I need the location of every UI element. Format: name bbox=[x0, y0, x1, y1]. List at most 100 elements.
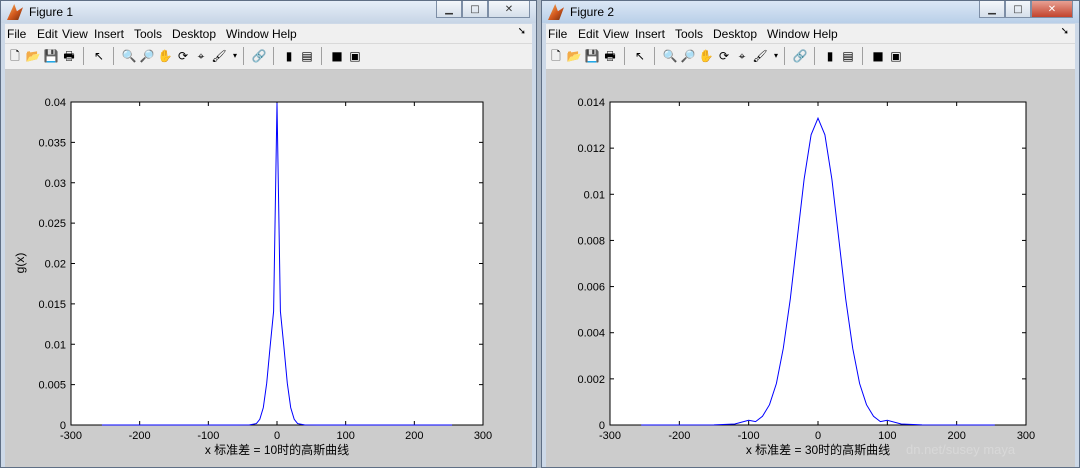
menu-desktop[interactable]: Desktop bbox=[713, 27, 757, 41]
print-icon[interactable]: 🖶 bbox=[61, 48, 77, 64]
data-cursor-icon[interactable]: ⌖ bbox=[734, 48, 750, 64]
hide-plot-tools-icon[interactable]: ■ bbox=[870, 48, 886, 64]
menu-help[interactable]: Help bbox=[272, 27, 297, 41]
new-figure-icon[interactable]: 🗋 bbox=[7, 48, 23, 64]
y-tick-label: 0 bbox=[60, 420, 66, 432]
title-bar[interactable]: Figure 1 ▁ □ ✕ bbox=[1, 1, 536, 23]
y-tick-label: 0.03 bbox=[45, 178, 66, 190]
chart-1: -300 -200 -100 0 100 200 300 00.0050.010.0150.… bbox=[13, 97, 492, 457]
x-tick-label: 300 bbox=[1017, 430, 1035, 442]
window-title: Figure 2 bbox=[570, 5, 615, 19]
toolbar: 🗋 📂 💾 🖶 ↖ 🔍 🔎 ✋ ⟳ ⌖ 🖌 ▾ 🔗 ▮ ▤ ■ ▣ bbox=[5, 44, 532, 70]
close-button[interactable]: ✕ bbox=[488, 1, 530, 18]
axes-box bbox=[70, 101, 484, 426]
x-tick-label: 0 bbox=[274, 430, 280, 442]
toolbar: 🗋 📂 💾 🖶 ↖ 🔍 🔎 ✋ ⟳ ⌖ 🖌 ▾ 🔗 ▮ ▤ ■ ▣ bbox=[546, 44, 1075, 70]
menu-insert[interactable]: Insert bbox=[94, 27, 124, 41]
menu-insert[interactable]: Insert bbox=[635, 27, 665, 41]
legend-icon[interactable]: ▤ bbox=[840, 48, 856, 64]
x-tick-label: -100 bbox=[197, 430, 219, 442]
new-figure-icon[interactable]: 🗋 bbox=[548, 48, 564, 64]
brush-dropdown-icon[interactable]: ▾ bbox=[227, 48, 243, 64]
title-bar[interactable]: Figure 2 ▁ □ ✕ bbox=[542, 1, 1079, 23]
legend-icon[interactable]: ▤ bbox=[299, 48, 315, 64]
x-tick-label: 200 bbox=[405, 430, 423, 442]
zoom-in-icon[interactable]: 🔍 bbox=[662, 48, 678, 64]
colorbar-icon[interactable]: ▮ bbox=[822, 48, 838, 64]
save-icon[interactable]: 💾 bbox=[43, 48, 59, 64]
open-file-icon[interactable]: 📂 bbox=[566, 48, 582, 64]
brush-icon[interactable]: 🖌 bbox=[752, 48, 768, 64]
menu-file[interactable]: File bbox=[548, 27, 567, 41]
y-tick-label: 0.01 bbox=[584, 189, 605, 201]
menu-file[interactable]: File bbox=[7, 27, 26, 41]
menu-tools[interactable]: Tools bbox=[675, 27, 703, 41]
edit-plot-arrow-icon[interactable]: ↖ bbox=[91, 48, 107, 64]
y-tick-label: 0.02 bbox=[45, 259, 66, 271]
figure-2-window: Figure 2 ▁ □ ✕ File Edit View Insert Too… bbox=[541, 0, 1080, 468]
print-icon[interactable]: 🖶 bbox=[602, 48, 618, 64]
pan-hand-icon[interactable]: ✋ bbox=[698, 48, 714, 64]
menu-view[interactable]: View bbox=[62, 27, 88, 41]
x-tick-label: 300 bbox=[474, 430, 492, 442]
rotate-3d-icon[interactable]: ⟳ bbox=[175, 48, 191, 64]
y-tick-label: 0.006 bbox=[577, 282, 605, 294]
rotate-3d-icon[interactable]: ⟳ bbox=[716, 48, 732, 64]
close-button[interactable]: ✕ bbox=[1031, 1, 1073, 18]
zoom-in-icon[interactable]: 🔍 bbox=[121, 48, 137, 64]
y-tick-label: 0.008 bbox=[577, 235, 605, 247]
x-tick-label: -100 bbox=[738, 430, 760, 442]
figure-canvas: -300 -200 -100 0 100 200 300 0 0.002 0.004 0.006 0… bbox=[546, 70, 1075, 467]
x-tick-label: 0 bbox=[815, 430, 821, 442]
colorbar-icon[interactable]: ▮ bbox=[281, 48, 297, 64]
y-tick-label: 0.035 bbox=[38, 137, 66, 149]
menu-bar: File Edit View Insert Tools Desktop Wind… bbox=[546, 24, 1075, 44]
link-plot-icon[interactable]: 🔗 bbox=[792, 48, 808, 64]
show-plot-tools-icon[interactable]: ▣ bbox=[888, 48, 904, 64]
figure-1-window: Figure 1 ▁ □ ✕ File Edit View Insert Too… bbox=[0, 0, 537, 468]
data-cursor-icon[interactable]: ⌖ bbox=[193, 48, 209, 64]
x-tick-label: -200 bbox=[668, 430, 690, 442]
open-file-icon[interactable]: 📂 bbox=[25, 48, 41, 64]
zoom-out-icon[interactable]: 🔎 bbox=[139, 48, 155, 64]
x-axis-label: x 标准差 = 30时的高斯曲线 bbox=[746, 442, 890, 457]
y-tick-label: 0 bbox=[599, 420, 605, 432]
y-tick-label: 0.01 bbox=[45, 339, 66, 351]
menu-edit[interactable]: Edit bbox=[37, 27, 58, 41]
y-tick-label: 0.005 bbox=[38, 380, 66, 392]
menu-tools[interactable]: Tools bbox=[134, 27, 162, 41]
link-plot-icon[interactable]: 🔗 bbox=[251, 48, 267, 64]
minimize-button[interactable]: ▁ bbox=[979, 1, 1005, 18]
menu-overflow-icon[interactable]: ➘ bbox=[518, 26, 526, 37]
menu-view[interactable]: View bbox=[603, 27, 629, 41]
x-tick-label: 100 bbox=[878, 430, 896, 442]
save-icon[interactable]: 💾 bbox=[584, 48, 600, 64]
menu-edit[interactable]: Edit bbox=[578, 27, 599, 41]
menu-desktop[interactable]: Desktop bbox=[172, 27, 216, 41]
show-plot-tools-icon[interactable]: ▣ bbox=[347, 48, 363, 64]
x-tick-label: 200 bbox=[947, 430, 965, 442]
minimize-button[interactable]: ▁ bbox=[436, 1, 462, 18]
brush-icon[interactable]: 🖌 bbox=[211, 48, 227, 64]
maximize-button[interactable]: □ bbox=[462, 1, 488, 18]
x-axis-label: x 标准差 = 10时的高斯曲线 bbox=[205, 442, 349, 457]
zoom-out-icon[interactable]: 🔎 bbox=[680, 48, 696, 64]
menu-overflow-icon[interactable]: ➘ bbox=[1061, 26, 1069, 37]
watermark: dn.net/susey maya bbox=[906, 442, 1016, 457]
y-tick-label: 0.014 bbox=[577, 97, 605, 109]
x-tick-label: -200 bbox=[129, 430, 151, 442]
y-tick-label: 0.012 bbox=[577, 143, 605, 155]
y-axis-label: g(x) bbox=[13, 253, 27, 274]
figure-canvas: -300 -200 -100 0 100 200 300 0 0.005 0.01 0.015 0.… bbox=[5, 70, 532, 467]
y-tick-label: 0.025 bbox=[38, 218, 66, 230]
x-tick-label: 100 bbox=[336, 430, 354, 442]
y-tick-label: 0.04 bbox=[45, 97, 66, 109]
maximize-button[interactable]: □ bbox=[1005, 1, 1031, 18]
edit-plot-arrow-icon[interactable]: ↖ bbox=[632, 48, 648, 64]
menu-window[interactable]: Window bbox=[226, 27, 269, 41]
menu-window[interactable]: Window bbox=[767, 27, 810, 41]
hide-plot-tools-icon[interactable]: ■ bbox=[329, 48, 345, 64]
menu-help[interactable]: Help bbox=[813, 27, 838, 41]
brush-dropdown-icon[interactable]: ▾ bbox=[768, 48, 784, 64]
pan-hand-icon[interactable]: ✋ bbox=[157, 48, 173, 64]
